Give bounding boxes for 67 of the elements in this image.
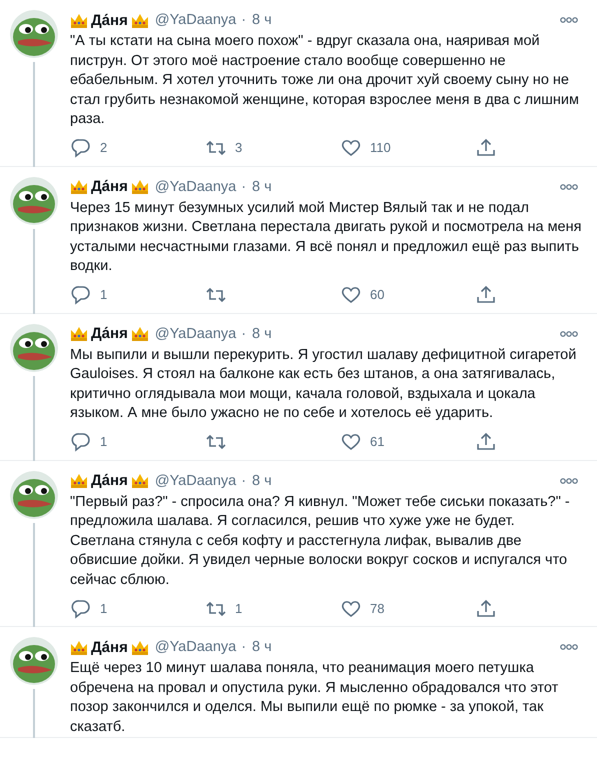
avatar bbox=[10, 10, 58, 58]
user-handle[interactable]: @YaDaanya bbox=[154, 178, 236, 194]
more-icon[interactable] bbox=[559, 476, 579, 484]
thread-line bbox=[33, 689, 35, 738]
separator-dot: · bbox=[241, 326, 246, 342]
tweet-text: Ещё через 10 минут шалава поняла, что реанимация моего петушка обречена на провал и опустила руки. Я мысленно обрадовался что этот позор закончился и оделся. Мы выпили ещё по рюмке - за упокой, так сказатб. bbox=[70, 659, 560, 736]
speech-bubble-icon[interactable] bbox=[70, 598, 92, 618]
tweet-time[interactable]: 8 ч bbox=[252, 178, 272, 194]
like-count: 61 bbox=[370, 434, 384, 449]
more-icon[interactable] bbox=[559, 16, 579, 24]
heart-icon[interactable] bbox=[340, 284, 362, 305]
like-count: 110 bbox=[370, 140, 391, 155]
crown-icon bbox=[70, 638, 88, 656]
separator-dot: · bbox=[241, 639, 246, 655]
share-icon[interactable] bbox=[475, 137, 497, 158]
heart-icon[interactable] bbox=[340, 431, 362, 452]
crown-icon bbox=[130, 178, 149, 195]
crown-icon bbox=[130, 12, 149, 28]
avatar bbox=[10, 176, 58, 224]
tweet-time[interactable]: 8 ч bbox=[252, 326, 272, 342]
tweet-time[interactable]: 8 ч bbox=[252, 639, 272, 655]
reply-count: 1 bbox=[100, 600, 108, 616]
crown-icon bbox=[70, 178, 88, 195]
crown-icon bbox=[70, 325, 88, 342]
user-name[interactable]: Да́ня bbox=[91, 12, 128, 28]
separator-dot: · bbox=[241, 178, 246, 194]
heart-icon[interactable] bbox=[340, 137, 362, 158]
separator-dot: · bbox=[241, 472, 246, 488]
user-name[interactable]: Да́ня bbox=[91, 472, 128, 489]
reply-count: 1 bbox=[100, 434, 108, 449]
tweet-time[interactable]: 8 ч bbox=[252, 472, 272, 488]
crown-icon bbox=[130, 472, 149, 489]
user-name[interactable]: Да́ня bbox=[91, 325, 128, 342]
like-count: 78 bbox=[370, 600, 384, 616]
tweet-time[interactable]: 8 ч bbox=[252, 12, 272, 28]
tweet-text: "А ты кстати на сына моего похож" - вдруг сказала она, наяривая мой пиструн. От этого моё настроение стало вообще совершенно не ебабельным. Я хотел уточнить тоже ли она дрочит хуй своему сыну но не стал грубить незнакомой женщине, которая взрослее меня в два с лишним раза. bbox=[70, 32, 580, 129]
crown-icon bbox=[70, 472, 88, 489]
user-handle[interactable]: @YaDaanya bbox=[154, 472, 236, 488]
crown-icon bbox=[130, 325, 149, 342]
more-icon[interactable] bbox=[559, 182, 579, 190]
share-icon[interactable] bbox=[475, 284, 497, 305]
retweet-count: 3 bbox=[235, 140, 242, 155]
user-handle[interactable]: @YaDaanya bbox=[154, 12, 236, 28]
user-handle[interactable]: @YaDaanya bbox=[154, 639, 236, 655]
avatar bbox=[10, 324, 58, 372]
speech-bubble-icon[interactable] bbox=[70, 431, 92, 452]
user-name[interactable]: Да́ня bbox=[91, 638, 128, 656]
tweet-text: Через 15 минут безумных усилий мой Мистер Вялый так и не подал признаков жизни. Светлана перестала двигать рукой и посмотрела на меня усталыми несчастными глазами. Я всё понял и предложил ещё раз выпить водки. bbox=[70, 198, 582, 276]
avatar bbox=[10, 470, 58, 518]
more-icon[interactable] bbox=[559, 330, 579, 338]
avatar bbox=[10, 637, 58, 685]
separator-dot: · bbox=[241, 12, 246, 28]
speech-bubble-icon[interactable] bbox=[70, 137, 92, 158]
share-icon[interactable] bbox=[475, 431, 497, 452]
reply-count: 2 bbox=[100, 140, 108, 155]
user-handle[interactable]: @YaDaanya bbox=[154, 326, 236, 342]
retweet-count: 1 bbox=[235, 600, 242, 616]
tweet-text: Мы выпили и вышли перекурить. Я угостил шалаву дефицитной сигаретой Gauloises. Я стоял на балконе как есть без штанов, а она затягивалась, критично оглядывала мои мощи, качала головой, вздыхала и цокала языком. А мне было ужасно не по себе и хотелось её ударить. bbox=[70, 346, 578, 423]
reply-count: 1 bbox=[100, 287, 108, 302]
crown-icon bbox=[130, 638, 149, 656]
tweet-text: "Первый раз?" - спросила она? Я кивнул. "Может тебе сиськи показать?" - предложила шалава. Я согласился, решив что хуже уже не будет. Светлана стянула с себя кофту и расстегнула лифак, вывалив две обвисшие дойки. Я увидел черные волоски вокруг сосков и испугался что сейчас сблюю. bbox=[70, 492, 571, 590]
share-icon[interactable] bbox=[475, 598, 497, 618]
more-icon[interactable] bbox=[559, 643, 579, 651]
user-name[interactable]: Да́ня bbox=[91, 178, 128, 195]
speech-bubble-icon[interactable] bbox=[70, 284, 92, 305]
like-count: 60 bbox=[370, 287, 384, 302]
crown-icon bbox=[70, 12, 88, 28]
